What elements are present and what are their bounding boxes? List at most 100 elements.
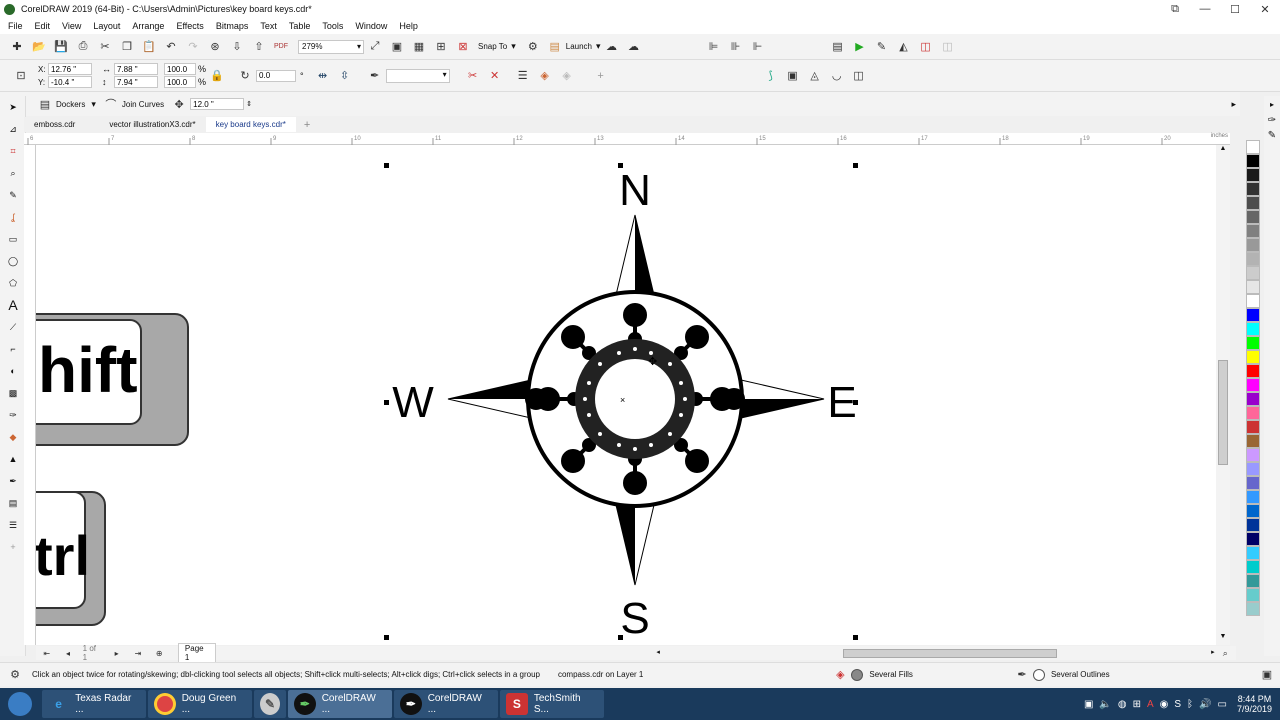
align-center-icon[interactable]: ⊪ <box>727 38 745 56</box>
break-apart-icon[interactable]: ✂ <box>464 67 482 85</box>
gap-tolerance-input[interactable] <box>190 98 245 110</box>
tab-emboss[interactable]: emboss.cdr <box>24 117 85 132</box>
open-folder-icon[interactable]: 📂 <box>30 38 48 56</box>
skype-tray-icon[interactable]: S <box>1174 699 1181 710</box>
vertical-ruler[interactable] <box>24 145 36 645</box>
undo-icon[interactable]: ↶ <box>162 38 180 56</box>
color-swatch[interactable] <box>1246 182 1260 196</box>
mesh-fill-icon[interactable]: ▤ <box>0 492 26 514</box>
taskbar-item-ie[interactable]: e Texas Radar ... <box>42 690 146 718</box>
align-right-icon[interactable]: ⊩ <box>749 38 767 56</box>
color-swatch[interactable] <box>1246 308 1260 322</box>
color-swatch[interactable] <box>1246 602 1260 616</box>
color-swatch[interactable] <box>1246 350 1260 364</box>
color-swatch[interactable] <box>1246 560 1260 574</box>
clock[interactable]: 8:44 PM 7/9/2019 <box>1237 694 1272 714</box>
scale-x-input[interactable] <box>164 63 196 75</box>
menu-arrange[interactable]: Arrange <box>126 21 170 31</box>
to-back-icon[interactable]: ◈ <box>558 67 576 85</box>
restore-app-icon[interactable]: ⧉ <box>1162 0 1188 18</box>
search-content-icon[interactable]: ⊛ <box>206 38 224 56</box>
tab-key-board-keys[interactable]: key board keys.cdr* <box>205 117 296 132</box>
chevron-down-icon[interactable]: ▾ <box>596 41 601 52</box>
menu-bitmaps[interactable]: Bitmaps <box>210 21 255 31</box>
outline-width-select[interactable]: ▾ <box>385 68 450 83</box>
x-position-input[interactable] <box>48 63 92 75</box>
show-guidelines-icon[interactable]: ⊞ <box>432 38 450 56</box>
start-button[interactable] <box>0 688 40 720</box>
color-swatch[interactable] <box>1246 406 1260 420</box>
color-swatch[interactable] <box>1246 532 1260 546</box>
status-settings-icon[interactable]: ⚙ <box>6 666 24 684</box>
bluetooth-tray-icon[interactable]: ᛒ <box>1187 699 1193 710</box>
color-swatch[interactable] <box>1246 154 1260 168</box>
shape-tool-icon[interactable]: ⊿ <box>0 118 26 140</box>
show-grid-icon[interactable]: ▦ <box>410 38 428 56</box>
lock-ratio-icon[interactable]: 🔒 <box>208 67 226 85</box>
export-icon[interactable]: ⇧ <box>250 38 268 56</box>
height-input[interactable] <box>114 76 158 88</box>
zoom-tool-icon[interactable]: ⌕ <box>0 162 26 184</box>
vertical-scrollbar[interactable]: ▲ ▼ <box>1216 145 1230 645</box>
color-swatch[interactable] <box>1246 434 1260 448</box>
smart-fill-icon[interactable]: ▲ <box>0 448 26 470</box>
new-tab-icon[interactable]: + <box>304 119 310 131</box>
simplify-icon[interactable]: ◫ <box>850 67 868 85</box>
macro-editor-icon[interactable]: ▤ <box>829 38 847 56</box>
add-page-icon[interactable]: ⊕ <box>151 644 168 662</box>
taskbar-item-techsmith[interactable]: S TechSmith S... <box>500 690 604 718</box>
color-swatch[interactable] <box>1246 448 1260 462</box>
menu-window[interactable]: Window <box>349 21 393 31</box>
color-swatch[interactable] <box>1246 336 1260 350</box>
to-front-icon[interactable]: ◈ <box>536 67 554 85</box>
color-swatch[interactable] <box>1246 294 1260 308</box>
mirror-vertical-icon[interactable]: ⇳ <box>336 67 354 85</box>
scale-y-input[interactable] <box>164 76 196 88</box>
camtasia-tray-icon[interactable]: ◉ <box>1160 699 1169 710</box>
monitor-tray-icon[interactable]: ▭ <box>1218 699 1227 710</box>
mirror-horizontal-icon[interactable]: ⇹ <box>314 67 332 85</box>
color-swatch[interactable] <box>1246 518 1260 532</box>
eyedropper-icon[interactable]: ✑ <box>1264 115 1280 126</box>
save-icon[interactable]: 💾 <box>52 38 70 56</box>
tab-vector-illustration[interactable]: vector illustrationX3.cdr* <box>99 117 205 132</box>
color-swatch[interactable] <box>1246 588 1260 602</box>
acrobat-tray-icon[interactable]: A <box>1147 699 1154 710</box>
menu-edit[interactable]: Edit <box>29 21 57 31</box>
color-swatch[interactable] <box>1246 504 1260 518</box>
snagit-tray-icon[interactable]: ▣ <box>1084 699 1093 710</box>
menu-file[interactable]: File <box>0 21 29 31</box>
trim-icon[interactable]: ◬ <box>806 67 824 85</box>
more-arrow-icon[interactable]: ▸ <box>1231 99 1236 110</box>
maximize-button[interactable]: ☐ <box>1222 0 1248 18</box>
vertical-scroll-thumb[interactable] <box>1218 360 1228 465</box>
download-cloud-icon[interactable]: ☁ <box>625 38 643 56</box>
prev-page-icon[interactable]: ◂ <box>59 644 76 662</box>
join-curves-button[interactable]: Join Curves <box>122 100 164 109</box>
full-screen-preview-icon[interactable]: ▣ <box>388 38 406 56</box>
dockers-button[interactable]: Dockers <box>56 100 85 109</box>
menu-layout[interactable]: Layout <box>87 21 126 31</box>
audio-tray-icon[interactable]: 🔈 <box>1099 699 1111 710</box>
color-swatch[interactable] <box>1246 476 1260 490</box>
taskbar-item-chrome[interactable]: Doug Green ... <box>148 690 252 718</box>
weld-icon[interactable]: ▣ <box>784 67 802 85</box>
paste-icon[interactable]: 📋 <box>140 38 158 56</box>
join-curves-icon[interactable]: ⌒ <box>102 95 120 113</box>
snap-to-dropdown[interactable]: Snap To <box>478 42 507 51</box>
import-icon[interactable]: ⇩ <box>228 38 246 56</box>
color-swatch[interactable] <box>1246 546 1260 560</box>
quick-customize-icon[interactable]: ⟆ <box>762 67 780 85</box>
zoom-level-select[interactable]: 279% ▾ <box>298 39 364 54</box>
ellipse-tool-icon[interactable]: ◯ <box>0 250 26 272</box>
chevron-down-icon[interactable]: ▾ <box>91 99 96 110</box>
color-swatch[interactable] <box>1246 420 1260 434</box>
color-swatch[interactable] <box>1246 196 1260 210</box>
last-page-icon[interactable]: ⇥ <box>129 644 146 662</box>
outline-pen-status-icon[interactable]: ✒ <box>1013 666 1031 684</box>
snap-off-icon[interactable]: ⊠ <box>454 38 472 56</box>
scroll-up-arrow-icon[interactable]: ▲ <box>1216 145 1230 157</box>
print-icon[interactable]: ⎙ <box>74 38 92 56</box>
color-swatch[interactable] <box>1246 168 1260 182</box>
polygon-tool-icon[interactable]: ⬠ <box>0 272 26 294</box>
